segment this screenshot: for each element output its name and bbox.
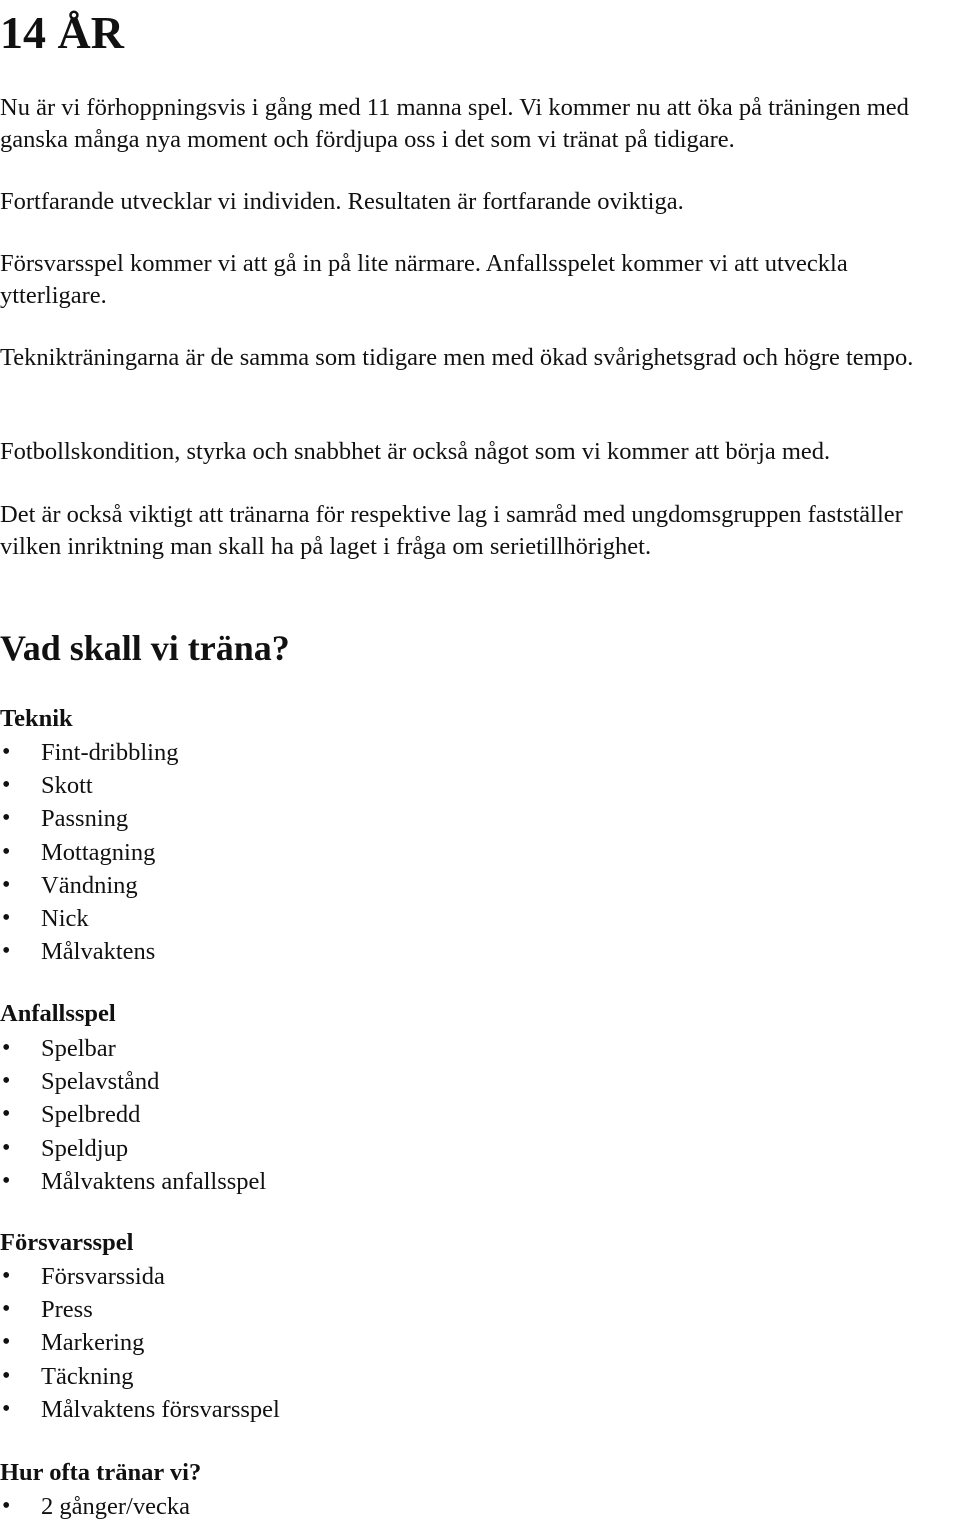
paragraph-individual: Fortfarande utvecklar vi individen. Resu… [0, 188, 684, 215]
bullet-icon: • [2, 1296, 11, 1323]
bullet-icon: • [2, 871, 11, 898]
bullet-icon: • [2, 938, 11, 965]
bullet-icon: • [2, 1263, 11, 1289]
list-item: • Målvaktens försvarsspel [0, 1393, 400, 1426]
paragraph-defense-attack: Försvarsspel kommer vi att gå in på lite… [0, 250, 848, 309]
list-item: • Spelavstånd [0, 1065, 400, 1098]
list-item: • Press [0, 1293, 400, 1326]
bullet-icon: • [2, 1362, 11, 1389]
bullet-icon: • [2, 1035, 11, 1061]
list-item: • Målvaktens anfallsspel [0, 1165, 400, 1198]
list-item: • Spelbar [0, 1032, 400, 1065]
list-item: • Passning [0, 802, 400, 835]
list-item: • Markering [0, 1326, 400, 1359]
bullet-icon: • [2, 838, 11, 865]
list-item: • Spelbredd [0, 1098, 400, 1131]
bullet-icon: • [2, 739, 11, 765]
list-teknik: • Fint-dribbling • Skott • Passning • Mottag… [0, 736, 400, 968]
list-frequency: • 2 gånger/vecka [0, 1490, 400, 1523]
list-anfallsspel: • Spelbar • Spelavstånd • Spelbredd • Speldj… [0, 1032, 400, 1198]
list-item: • Målvaktens [0, 935, 400, 968]
paragraph-fitness: Fotbollskondition, styrka och snabbhet ä… [0, 438, 831, 465]
subheading-teknik: Teknik [0, 705, 73, 732]
list-item: • Försvarssida [0, 1260, 400, 1293]
subheading-anfallsspel: Anfallsspel [0, 1000, 116, 1027]
list-item: • Skott [0, 769, 400, 802]
list-item: • Nick [0, 902, 400, 935]
bullet-icon: • [2, 772, 11, 799]
bullet-icon: • [2, 1167, 11, 1194]
list-item: • 2 gånger/vecka [0, 1490, 400, 1523]
list-forsvarsspel: • Försvarssida • Press • Markering • Täcknin… [0, 1260, 400, 1426]
subheading-forsvarsspel: Försvarsspel [0, 1229, 134, 1256]
bullet-icon: • [2, 1134, 11, 1161]
bullet-icon: • [2, 1493, 11, 1519]
list-item: • Vändning [0, 869, 400, 902]
bullet-icon: • [2, 1395, 11, 1422]
list-item: • Mottagning [0, 836, 400, 869]
bullet-icon: • [2, 1329, 11, 1356]
bullet-icon: • [2, 1101, 11, 1128]
paragraph-technique: Teknikträningarna är de samma som tidiga… [0, 344, 914, 371]
list-item: • Fint-dribbling [0, 736, 400, 769]
subheading-frequency: Hur ofta tränar vi? [0, 1459, 202, 1486]
bullet-icon: • [2, 904, 11, 931]
page-title: 14 ÅR [0, 7, 124, 58]
paragraph-intro: Nu är vi förhoppningsvis i gång med 11 m… [0, 94, 909, 153]
bullet-icon: • [2, 805, 11, 832]
bullet-icon: • [2, 1068, 11, 1095]
section-heading: Vad skall vi träna? [0, 628, 290, 668]
list-item: • Speldjup [0, 1132, 400, 1165]
paragraph-coaches: Det är också viktigt att tränarna för re… [0, 501, 903, 560]
list-item: • Täckning [0, 1360, 400, 1393]
